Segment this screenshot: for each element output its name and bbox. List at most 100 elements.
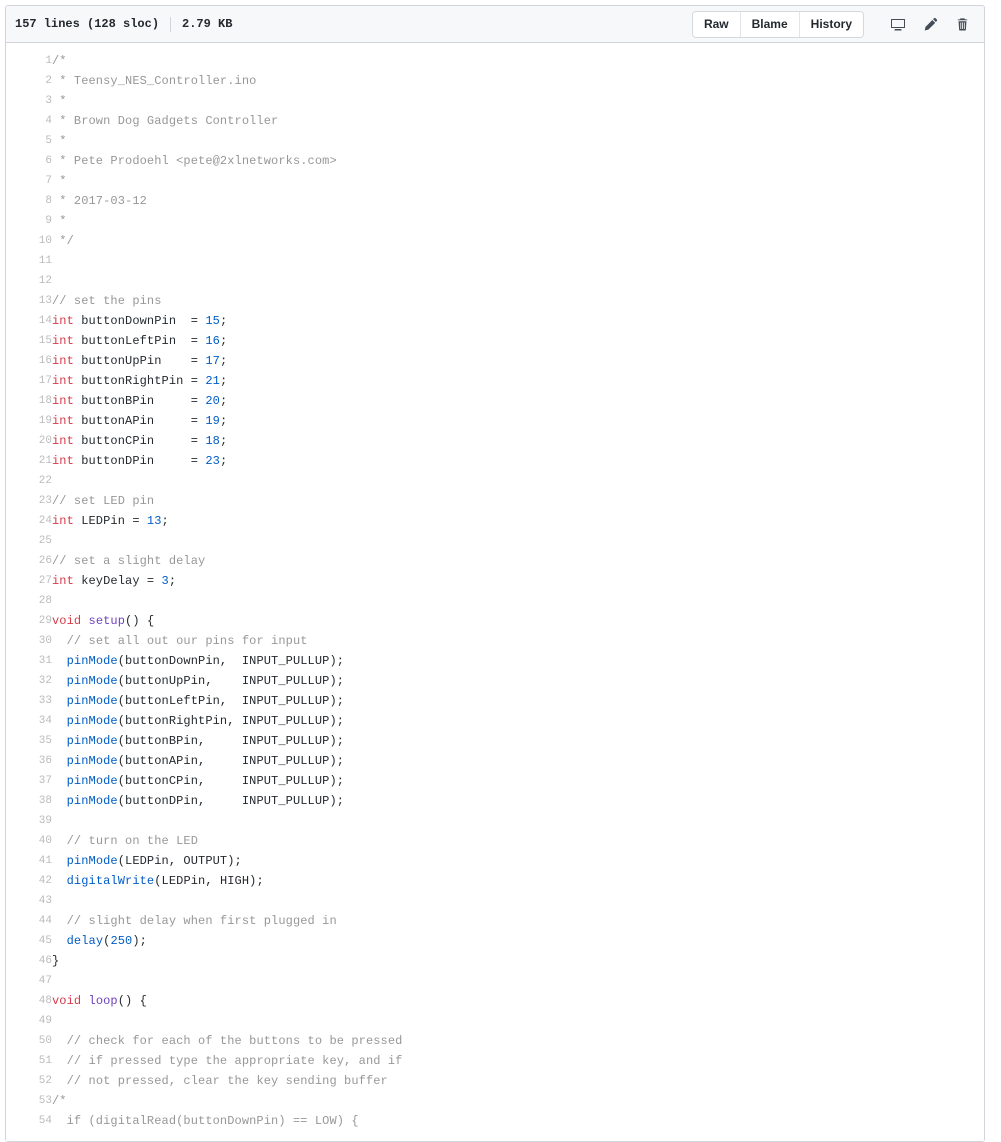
code-line-row: 44 // slight delay when first plugged in	[6, 911, 984, 931]
line-number[interactable]: 35	[6, 731, 52, 751]
line-number[interactable]: 13	[6, 291, 52, 311]
line-number[interactable]: 44	[6, 911, 52, 931]
raw-button[interactable]: Raw	[692, 12, 741, 37]
code-token-p	[52, 794, 67, 808]
line-number[interactable]: 39	[6, 811, 52, 831]
line-content: pinMode(buttonAPin, INPUT_PULLUP);	[52, 751, 984, 771]
line-number[interactable]: 16	[6, 351, 52, 371]
line-number[interactable]: 2	[6, 71, 52, 91]
line-number[interactable]: 40	[6, 831, 52, 851]
line-number[interactable]: 52	[6, 1071, 52, 1091]
line-number[interactable]: 21	[6, 451, 52, 471]
line-number[interactable]: 28	[6, 591, 52, 611]
line-number[interactable]: 8	[6, 191, 52, 211]
line-number[interactable]: 48	[6, 991, 52, 1011]
line-number[interactable]: 10	[6, 231, 52, 251]
line-number[interactable]: 23	[6, 491, 52, 511]
code-token-p	[52, 634, 67, 648]
line-content: void loop() {	[52, 991, 984, 1011]
line-number[interactable]: 7	[6, 171, 52, 191]
line-number[interactable]: 36	[6, 751, 52, 771]
code-token-p	[52, 774, 67, 788]
line-number[interactable]: 30	[6, 631, 52, 651]
line-number[interactable]: 19	[6, 411, 52, 431]
code-line-row: 2 * Teensy_NES_Controller.ino	[6, 71, 984, 91]
line-number[interactable]: 46	[6, 951, 52, 971]
line-content: digitalWrite(LEDPin, HIGH);	[52, 871, 984, 891]
code-token-f: pinMode	[66, 854, 118, 868]
code-token-p	[52, 854, 67, 868]
trash-icon	[955, 17, 970, 32]
code-line-row: 42 digitalWrite(LEDPin, HIGH);	[6, 871, 984, 891]
line-number[interactable]: 14	[6, 311, 52, 331]
line-number[interactable]: 41	[6, 851, 52, 871]
line-number[interactable]: 50	[6, 1031, 52, 1051]
line-number[interactable]: 34	[6, 711, 52, 731]
line-number[interactable]: 25	[6, 531, 52, 551]
code-token-f: pinMode	[66, 774, 118, 788]
line-number[interactable]: 11	[6, 251, 52, 271]
line-number[interactable]: 29	[6, 611, 52, 631]
code-token-f: pinMode	[66, 674, 118, 688]
code-line-row: 6 * Pete Prodoehl <pete@2xlnetworks.com>	[6, 151, 984, 171]
code-line-row: 3 *	[6, 91, 984, 111]
desktop-icon-button[interactable]	[885, 13, 911, 37]
line-number[interactable]: 47	[6, 971, 52, 991]
code-line-row: 19 int buttonAPin = 19;	[6, 411, 984, 431]
line-number[interactable]: 31	[6, 651, 52, 671]
history-button[interactable]: History	[799, 12, 863, 37]
pencil-icon	[923, 17, 938, 32]
line-number[interactable]: 6	[6, 151, 52, 171]
line-number[interactable]: 42	[6, 871, 52, 891]
code-token-p	[52, 734, 67, 748]
line-number[interactable]: 17	[6, 371, 52, 391]
line-number[interactable]: 12	[6, 271, 52, 291]
line-number[interactable]: 32	[6, 671, 52, 691]
line-number[interactable]: 3	[6, 91, 52, 111]
file-size-label: 2.79 KB	[182, 17, 233, 31]
line-content: pinMode(buttonDownPin, INPUT_PULLUP);	[52, 651, 984, 671]
code-token-p: (buttonUpPin, INPUT_PULLUP);	[117, 674, 345, 688]
code-line-row: 54 if (digitalRead(buttonDownPin) == LOW…	[6, 1111, 984, 1131]
line-content: int LEDPin = 13;	[52, 511, 984, 531]
code-line-row: 28	[6, 591, 984, 611]
line-number[interactable]: 26	[6, 551, 52, 571]
code-token-f: pinMode	[66, 694, 118, 708]
code-token-p: ;	[219, 394, 228, 408]
code-token-f: pinMode	[66, 794, 118, 808]
line-number[interactable]: 49	[6, 1011, 52, 1031]
line-number[interactable]: 33	[6, 691, 52, 711]
code-line-row: 51 // if pressed type the appropriate ke…	[6, 1051, 984, 1071]
code-token-p: ;	[219, 374, 228, 388]
line-number[interactable]: 15	[6, 331, 52, 351]
line-content: int buttonLeftPin = 16;	[52, 331, 984, 351]
line-number[interactable]: 9	[6, 211, 52, 231]
line-number[interactable]: 1	[6, 51, 52, 71]
line-number[interactable]: 54	[6, 1111, 52, 1131]
code-token-p: }	[52, 954, 60, 968]
line-number[interactable]: 43	[6, 891, 52, 911]
line-number[interactable]: 20	[6, 431, 52, 451]
line-number[interactable]: 51	[6, 1051, 52, 1071]
line-number[interactable]: 5	[6, 131, 52, 151]
code-token-p	[52, 1034, 67, 1048]
code-line-row: 27 int keyDelay = 3;	[6, 571, 984, 591]
line-number[interactable]: 45	[6, 931, 52, 951]
line-number[interactable]: 4	[6, 111, 52, 131]
line-number[interactable]: 27	[6, 571, 52, 591]
line-number[interactable]: 24	[6, 511, 52, 531]
line-number[interactable]: 22	[6, 471, 52, 491]
line-content: *	[52, 171, 984, 191]
edit-pencil-button[interactable]	[917, 13, 943, 37]
code-line-row: 37 pinMode(buttonCPin, INPUT_PULLUP);	[6, 771, 984, 791]
line-number[interactable]: 37	[6, 771, 52, 791]
line-number[interactable]: 38	[6, 791, 52, 811]
code-token-c: // set all out our pins for input	[66, 634, 308, 648]
code-token-p: (buttonAPin, INPUT_PULLUP);	[117, 754, 345, 768]
delete-trash-button[interactable]	[949, 13, 975, 37]
code-token-k: void	[52, 614, 82, 628]
line-number[interactable]: 53	[6, 1091, 52, 1111]
blame-button[interactable]: Blame	[740, 12, 800, 37]
line-number[interactable]: 18	[6, 391, 52, 411]
line-content: // slight delay when first plugged in	[52, 911, 984, 931]
